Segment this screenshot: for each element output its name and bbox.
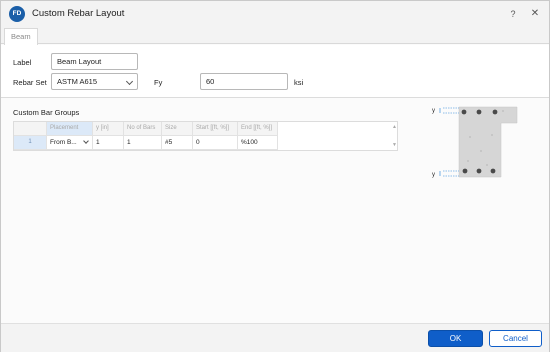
help-button[interactable]: ? [506,6,520,22]
fy-unit: ksi [294,78,304,87]
beam-section-shape [458,106,518,178]
rebar-set-select[interactable]: ASTM A615 [51,73,138,90]
bottom-y-label: y [432,172,435,178]
properties-form: Label Rebar Set ASTM A615 Fy ksi [1,45,549,97]
top-bar-left [461,109,467,115]
top-bar-middle [476,109,482,115]
column-header-no-of-bars[interactable]: No of Bars [124,122,162,136]
bottom-bar-middle [476,168,482,174]
top-bar-right [492,109,498,115]
fy-input[interactable] [200,73,288,90]
column-header-start[interactable]: Start [[ft, %]] [193,122,238,136]
top-y-label: y [432,108,435,114]
placement-value: From B... [50,139,77,146]
title-bar: FD Custom Rebar Layout ? ✕ [1,1,549,27]
tab-strip: Beam [1,27,549,45]
close-button[interactable]: ✕ [528,6,542,22]
section-divider [1,97,549,98]
tab-beam[interactable]: Beam [4,28,38,45]
label-caption: Label [13,58,32,67]
table-corner [14,122,47,136]
custom-bar-groups-title: Custom Bar Groups [13,108,80,117]
label-input[interactable] [51,53,138,70]
aggregate-dot [491,134,493,136]
bottom-bar-right [490,168,496,174]
column-header-placement[interactable]: Placement [47,122,93,136]
bottom-bar-left [462,168,468,174]
size-cell[interactable]: #5 [162,136,193,150]
custom-rebar-layout-dialog: FD Custom Rebar Layout ? ✕ Beam Label Re… [0,0,550,352]
scroll-up-arrow-icon[interactable]: ▲ [392,124,397,130]
placement-cell[interactable]: From B... [47,136,93,150]
cancel-button[interactable]: Cancel [489,330,542,347]
dialog-footer: OK Cancel [1,323,549,352]
column-header-end[interactable]: End [[ft, %]] [238,122,278,136]
scroll-down-arrow-icon[interactable]: ▼ [392,142,397,148]
aggregate-dot [486,164,488,166]
row-header[interactable]: 1 [14,136,47,150]
beam-section-diagram: y y [432,106,518,178]
rebar-set-value: ASTM A615 [57,77,98,86]
start-cell[interactable]: 0 [193,136,238,150]
bar-groups-table[interactable]: Placement y [in] No of Bars Size Start [… [13,121,398,151]
aggregate-dot [469,136,471,138]
aggregate-dot [467,160,469,162]
chevron-down-icon [125,77,134,86]
chevron-down-icon [83,138,89,144]
app-logo-icon: FD [9,6,25,22]
column-header-y[interactable]: y [in] [93,122,124,136]
fy-caption: Fy [154,78,163,87]
rebar-set-caption: Rebar Set [13,78,47,87]
end-cell[interactable]: %100 [238,136,278,150]
aggregate-dot [502,110,504,112]
window-title: Custom Rebar Layout [32,8,125,19]
y-cell[interactable]: 1 [93,136,124,150]
aggregate-dot [480,150,482,152]
column-header-size[interactable]: Size [162,122,193,136]
no-of-bars-cell[interactable]: 1 [124,136,162,150]
ok-button[interactable]: OK [428,330,483,347]
